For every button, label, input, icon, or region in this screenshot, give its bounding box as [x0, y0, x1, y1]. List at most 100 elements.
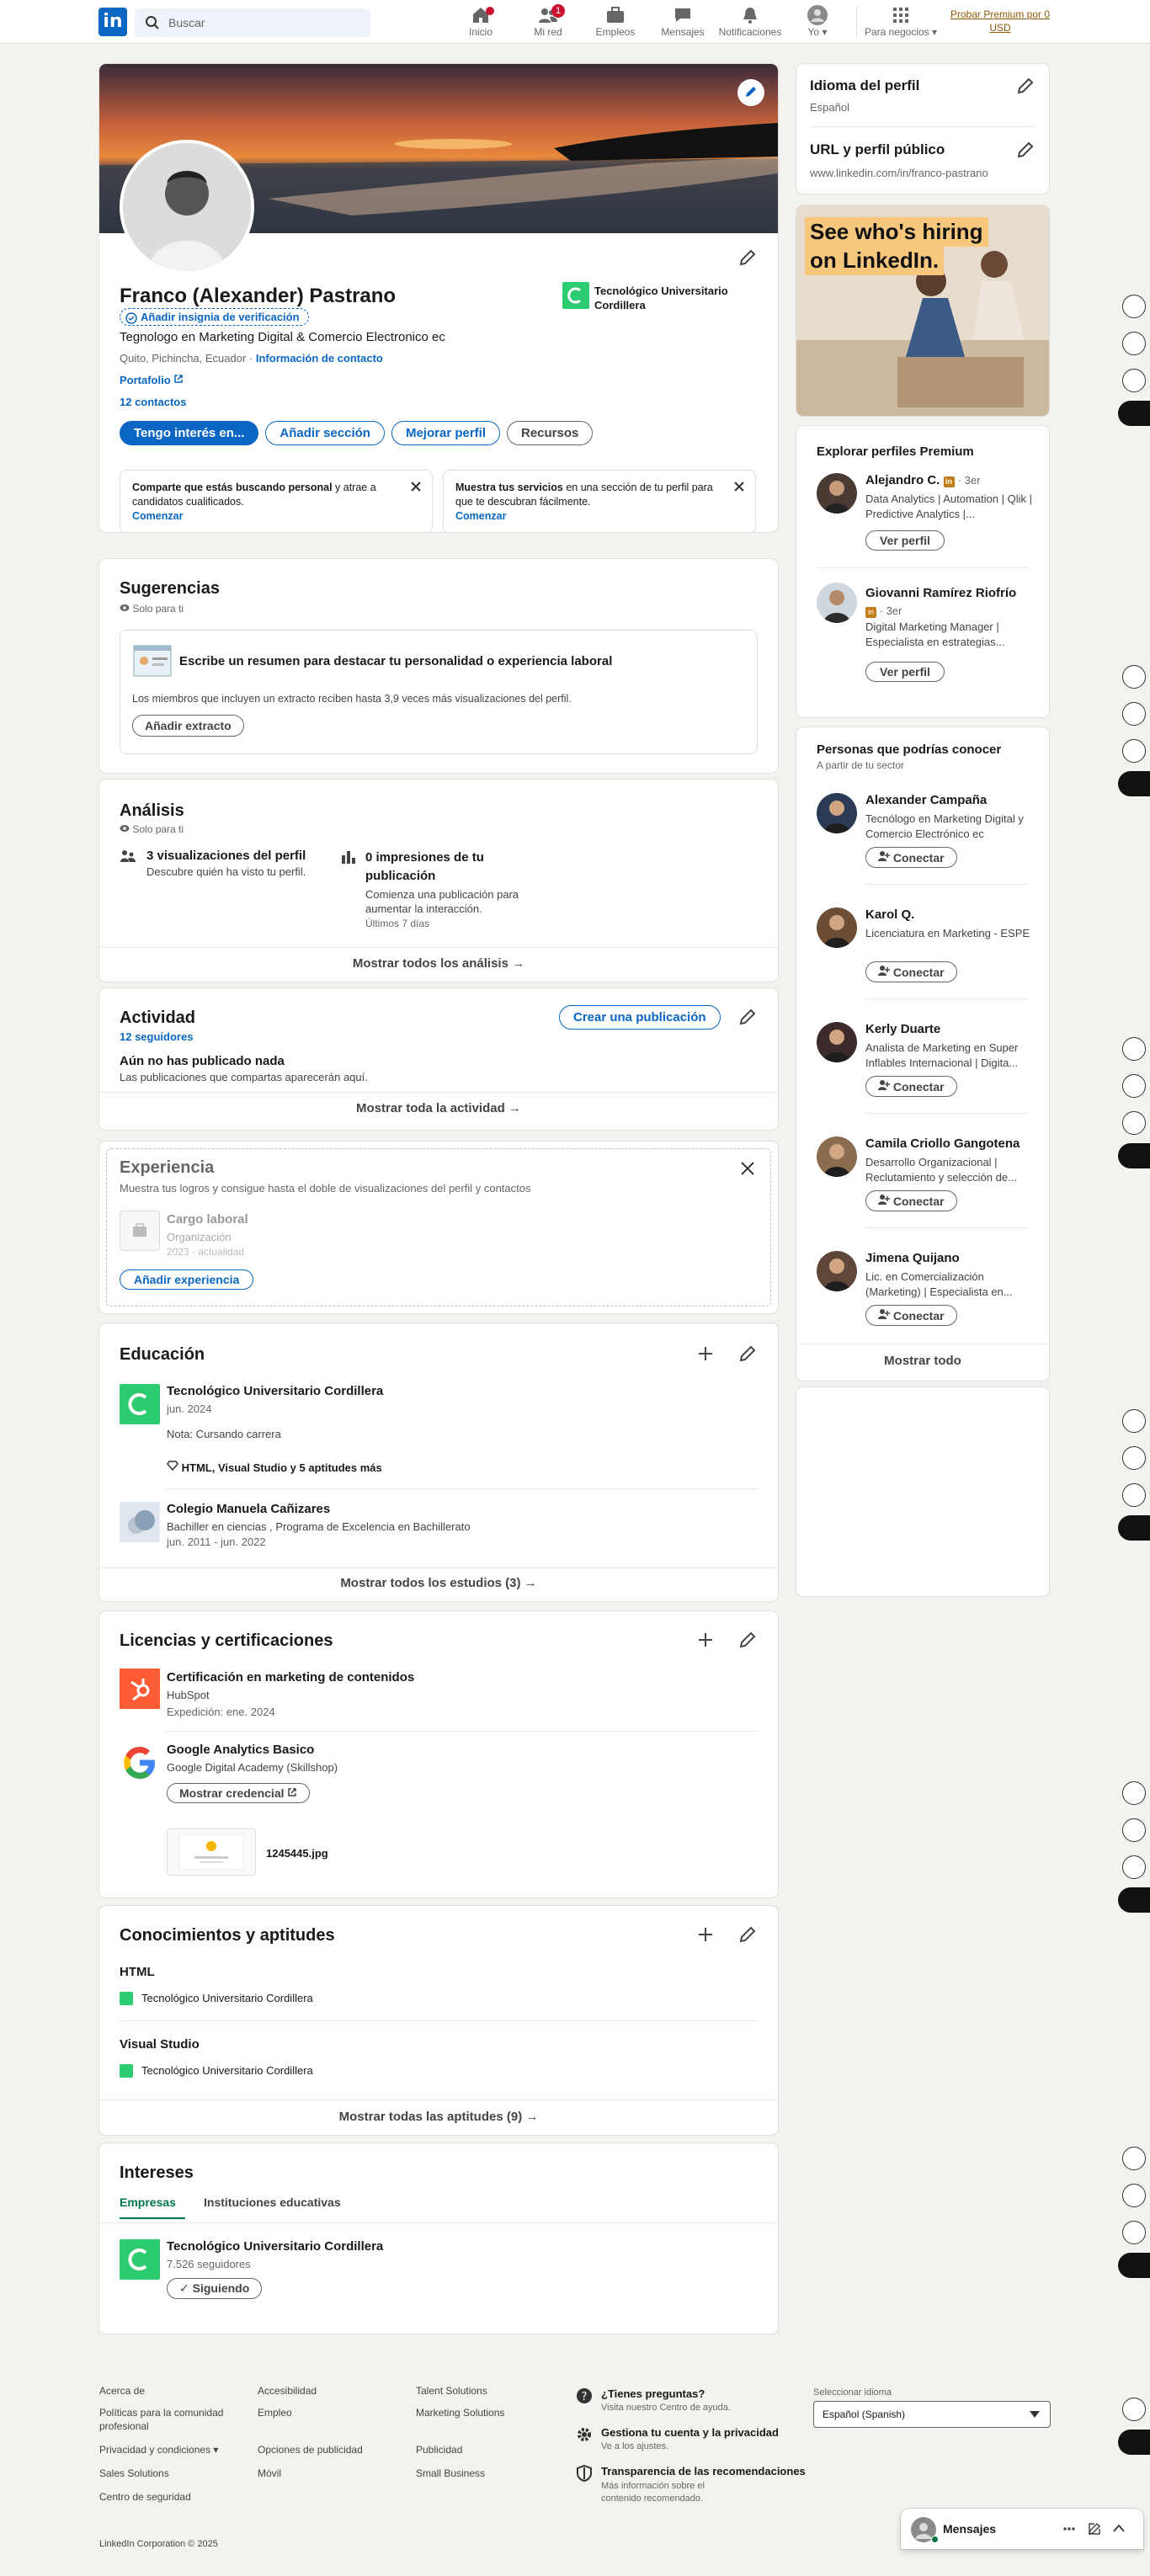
assistant-launcher-icon[interactable] — [1118, 401, 1150, 426]
compose-icon[interactable] — [1088, 2522, 1101, 2536]
services-prompt-cta[interactable]: Comenzar — [455, 510, 506, 522]
enhance-profile-button[interactable]: Mejorar perfil — [391, 421, 500, 445]
book-icon[interactable] — [1122, 1781, 1146, 1805]
add-experience-button[interactable]: Añadir experiencia — [120, 1269, 254, 1290]
edit-cover-button[interactable] — [737, 79, 764, 106]
support-icon[interactable] — [1122, 702, 1146, 726]
add-plus-icon[interactable] — [695, 1924, 716, 1945]
book-icon[interactable] — [1122, 665, 1146, 689]
nav-home[interactable]: Inicio — [447, 3, 514, 44]
pymk-name[interactable]: Alexander Campaña — [865, 793, 987, 807]
book-icon[interactable] — [1122, 2147, 1146, 2170]
footer-link[interactable]: Centro de seguridad — [99, 2490, 251, 2504]
bot-icon[interactable] — [1122, 739, 1146, 763]
book-icon[interactable] — [1122, 1037, 1146, 1061]
footer-link[interactable]: Talent Solutions — [416, 2384, 567, 2396]
help-title[interactable]: ¿Tienes preguntas? — [601, 2387, 705, 2400]
close-icon[interactable] — [737, 1158, 758, 1179]
show-all-education[interactable]: Mostrar todos los estudios (3) → — [99, 1576, 778, 1590]
connect-button[interactable]: Conectar — [865, 1305, 957, 1326]
assistant-launcher-icon[interactable] — [1118, 771, 1150, 796]
footer-link[interactable]: Sales Solutions — [99, 2467, 251, 2480]
book-icon[interactable] — [1122, 1409, 1146, 1433]
skill-name-2[interactable]: Visual Studio — [120, 2037, 200, 2052]
pymk-name[interactable]: Kerly Duarte — [865, 1022, 940, 1036]
transparency-title[interactable]: Transparencia de las recomendaciones — [601, 2465, 806, 2478]
more-options-icon[interactable] — [1062, 2524, 1076, 2534]
assistant-launcher-icon[interactable] — [1118, 1515, 1150, 1541]
assistant-launcher-icon[interactable] — [1118, 1887, 1150, 1913]
nav-business[interactable]: Para negocios ▾ — [860, 3, 941, 44]
education-school-2[interactable]: Colegio Manuela Cañizares — [167, 1502, 330, 1516]
support-icon[interactable] — [1122, 1446, 1146, 1470]
bot-icon[interactable] — [1122, 2221, 1146, 2244]
hiring-prompt-cta[interactable]: Comenzar — [132, 510, 183, 522]
pymk-name[interactable]: Jimena Quijano — [865, 1251, 960, 1265]
avatar[interactable] — [817, 907, 857, 948]
premium-person-name-2[interactable]: Giovanni Ramírez Riofrío — [865, 586, 1016, 600]
credential-thumbnail[interactable] — [167, 1828, 256, 1876]
support-icon[interactable] — [1122, 1818, 1146, 1842]
connect-button[interactable]: Conectar — [865, 847, 957, 868]
edit-language-pencil-icon[interactable] — [1015, 76, 1036, 96]
footer-link[interactable]: Móvil — [258, 2467, 409, 2480]
search-input[interactable]: Buscar — [135, 8, 370, 37]
impressions-item[interactable]: 0 impresiones de tu publicación Comienza… — [365, 849, 542, 929]
open-to-button[interactable]: Tengo interés en... — [120, 421, 259, 445]
messaging-widget[interactable]: Mensajes — [901, 2509, 1143, 2549]
pymk-show-all[interactable]: Mostrar todo — [796, 1354, 1049, 1368]
linkedin-logo-icon[interactable]: in — [98, 8, 127, 36]
profile-views-item[interactable]: 3 visualizaciones del perfil Descubre qu… — [146, 849, 340, 878]
education-school-1[interactable]: Tecnológico Universitario Cordillera — [167, 1384, 383, 1398]
footer-link[interactable]: Empleo — [258, 2406, 409, 2419]
footer-link[interactable]: Marketing Solutions — [416, 2406, 567, 2419]
pymk-name[interactable]: Camila Criollo Gangotena — [865, 1136, 1020, 1151]
footer-link[interactable]: Acerca de — [99, 2384, 251, 2396]
assistant-launcher-icon[interactable] — [1118, 1143, 1150, 1168]
contact-info-link[interactable]: Información de contacto — [256, 352, 383, 365]
create-post-button[interactable]: Crear una publicación — [559, 1005, 721, 1030]
close-icon[interactable] — [410, 481, 422, 492]
support-icon[interactable] — [1122, 332, 1146, 355]
add-section-button[interactable]: Añadir sección — [265, 421, 385, 445]
nav-notifications[interactable]: Notificaciones — [716, 3, 784, 44]
tab-companies[interactable]: Empresas — [120, 2195, 185, 2219]
followers-link[interactable]: 12 seguidores — [120, 1030, 193, 1043]
connections-link[interactable]: 12 contactos — [120, 396, 186, 408]
avatar[interactable] — [817, 1022, 857, 1062]
avatar[interactable] — [817, 793, 857, 833]
edit-url-pencil-icon[interactable] — [1015, 140, 1036, 160]
hiring-ad[interactable]: See who's hiring on LinkedIn. — [796, 205, 1049, 416]
following-button[interactable]: ✓ Siguiendo — [167, 2278, 263, 2299]
resources-button[interactable]: Recursos — [507, 421, 594, 445]
edit-skills-pencil-icon[interactable] — [737, 1924, 758, 1945]
education-skills-1[interactable]: HTML, Visual Studio y 5 aptitudes más — [167, 1460, 382, 1474]
bot-icon[interactable] — [1122, 1111, 1146, 1135]
account-title[interactable]: Gestiona tu cuenta y la privacidad — [601, 2426, 779, 2439]
close-icon[interactable] — [733, 481, 745, 492]
chevron-up-icon[interactable] — [1113, 2524, 1125, 2532]
nav-jobs[interactable]: Empleos — [582, 3, 649, 44]
premium-trial-link[interactable]: Probar Premium por 0 USD — [941, 8, 1059, 35]
show-credential-button[interactable]: Mostrar credencial — [167, 1783, 311, 1803]
connect-button[interactable]: Conectar — [865, 1190, 957, 1211]
avatar[interactable] — [817, 473, 857, 514]
language-select[interactable]: Español (Spanish) — [813, 2401, 1051, 2428]
profile-photo[interactable] — [120, 140, 254, 274]
view-profile-button[interactable]: Ver perfil — [865, 662, 945, 682]
pymk-name[interactable]: Karol Q. — [865, 907, 914, 922]
avatar[interactable] — [817, 583, 857, 623]
edit-intro-pencil-icon[interactable] — [737, 247, 758, 268]
assistant-launcher-icon[interactable] — [1118, 2253, 1150, 2278]
nav-messaging[interactable]: Mensajes — [649, 3, 716, 44]
edit-education-pencil-icon[interactable] — [737, 1344, 758, 1364]
add-plus-icon[interactable] — [695, 1630, 716, 1650]
avatar[interactable] — [817, 1251, 857, 1291]
bot-icon[interactable] — [1122, 369, 1146, 392]
connect-button[interactable]: Conectar — [865, 1076, 957, 1097]
footer-link[interactable]: Opciones de publicidad — [258, 2443, 409, 2456]
premium-person-name-1[interactable]: Alejandro C. in · 3er — [865, 473, 980, 487]
view-profile-button[interactable]: Ver perfil — [865, 530, 945, 551]
footer-link[interactable]: Publicidad — [416, 2443, 567, 2456]
tab-schools[interactable]: Instituciones educativas — [204, 2195, 341, 2209]
